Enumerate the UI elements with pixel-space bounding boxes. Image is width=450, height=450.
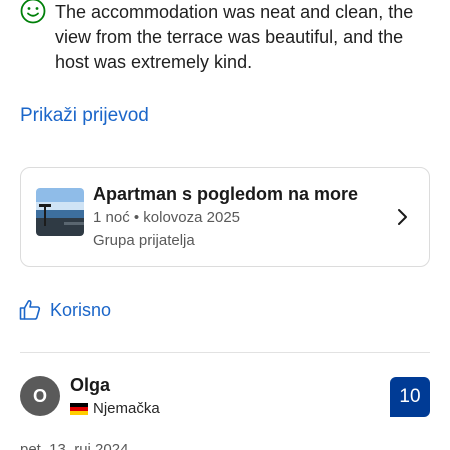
- property-name: Apartman s pogledom na more: [93, 184, 359, 204]
- property-thumbnail: [36, 188, 84, 236]
- traveler-type: Grupa prijatelja: [93, 232, 195, 249]
- stay-card[interactable]: Apartman s pogledom na more 1 noć • kolo…: [20, 167, 430, 267]
- avatar: O: [20, 376, 60, 416]
- helpful-label: Korisno: [50, 299, 112, 320]
- review-divider: [20, 352, 430, 353]
- show-translation-link[interactable]: Prikaži prijevod: [20, 105, 149, 127]
- stay-duration: 1 noć • kolovoza 2025: [93, 209, 241, 226]
- review-date: pet, 13. ruj 2024.: [20, 441, 133, 450]
- germany-flag-icon: [70, 402, 88, 415]
- reviewer-country: Njemačka: [70, 400, 160, 417]
- smiley-icon: [20, 0, 46, 24]
- score-badge: 10: [390, 377, 430, 417]
- reviewer-name: Olga: [70, 375, 111, 395]
- review-body: The accommodation was neat and clean, th…: [55, 2, 414, 72]
- country-label: Njemačka: [93, 400, 160, 417]
- thumbs-up-icon: [19, 300, 41, 320]
- chevron-right-icon: [398, 209, 407, 225]
- helpful-button[interactable]: Korisno: [18, 296, 111, 324]
